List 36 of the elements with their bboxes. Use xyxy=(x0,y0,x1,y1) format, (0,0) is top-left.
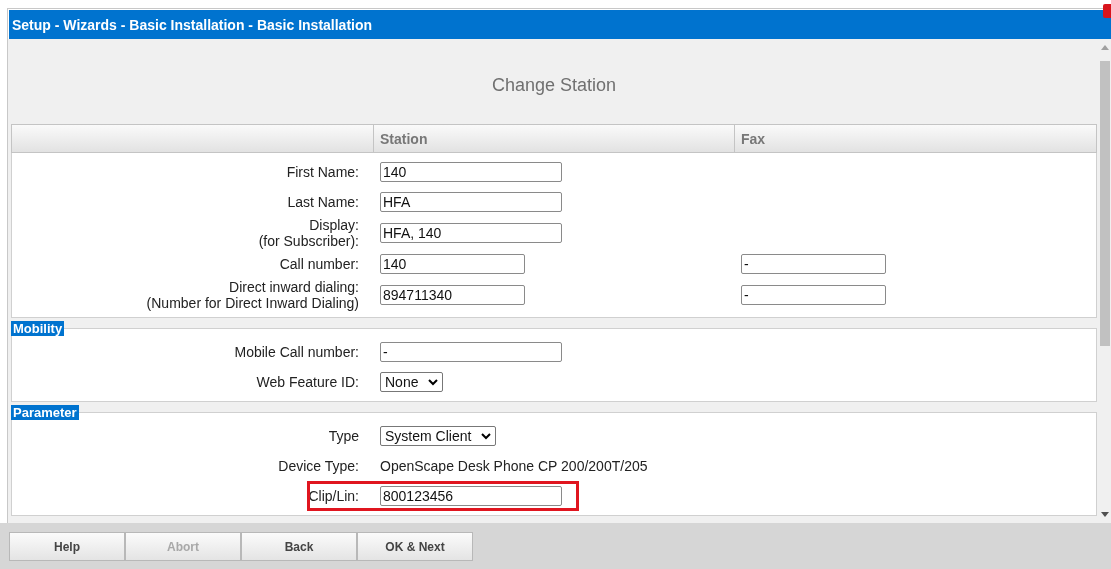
text-field[interactable]: 894711340 xyxy=(380,285,525,305)
footer-button[interactable]: Help xyxy=(9,532,125,561)
scroll-up-icon[interactable] xyxy=(1101,45,1109,50)
section-title: Parameter xyxy=(11,405,79,420)
footer-button[interactable]: OK & Next xyxy=(357,532,473,561)
scroll-down-icon[interactable] xyxy=(1101,512,1109,517)
text-field[interactable]: 140 xyxy=(380,162,562,182)
field-label: Display: (for Subscriber): xyxy=(257,217,360,249)
field-label: Last Name: xyxy=(286,194,360,210)
field-label: Call number: xyxy=(278,256,360,272)
field-label: Web Feature ID: xyxy=(255,374,360,390)
device-type-text: OpenScape Desk Phone CP 200/200T/205 xyxy=(380,458,648,474)
fax-field[interactable]: - xyxy=(741,254,886,274)
dropdown[interactable]: System Client xyxy=(380,426,497,446)
text-field[interactable]: 800123456 xyxy=(380,486,562,506)
fax-field[interactable]: - xyxy=(741,285,886,305)
field-label: Direct inward dialing: (Number for Direct Inward Dialing) xyxy=(145,279,360,311)
footer-button[interactable]: Back xyxy=(241,532,357,561)
chevron-down-icon xyxy=(428,378,439,386)
field-label: Mobile Call number: xyxy=(233,344,360,360)
text-field[interactable]: HFA xyxy=(380,192,562,212)
column-header: Fax xyxy=(740,129,767,149)
field-label: Type xyxy=(327,428,360,444)
close-icon[interactable] xyxy=(1103,4,1111,18)
field-label: Clip/Lin: xyxy=(307,488,360,504)
field-label: First Name: xyxy=(285,164,360,180)
column-header: Station xyxy=(374,125,735,152)
page-heading: Change Station xyxy=(490,74,618,97)
section-title: Mobility xyxy=(11,321,65,336)
chevron-down-icon xyxy=(481,432,492,440)
window-title: Setup - Wizards - Basic Installation - Basic Installation xyxy=(11,16,373,33)
text-field[interactable]: 140 xyxy=(380,254,525,274)
text-field[interactable]: - xyxy=(380,342,562,362)
text-field[interactable]: HFA, 140 xyxy=(380,223,562,243)
dropdown[interactable]: None xyxy=(380,372,444,392)
field-label: Device Type: xyxy=(277,458,360,474)
